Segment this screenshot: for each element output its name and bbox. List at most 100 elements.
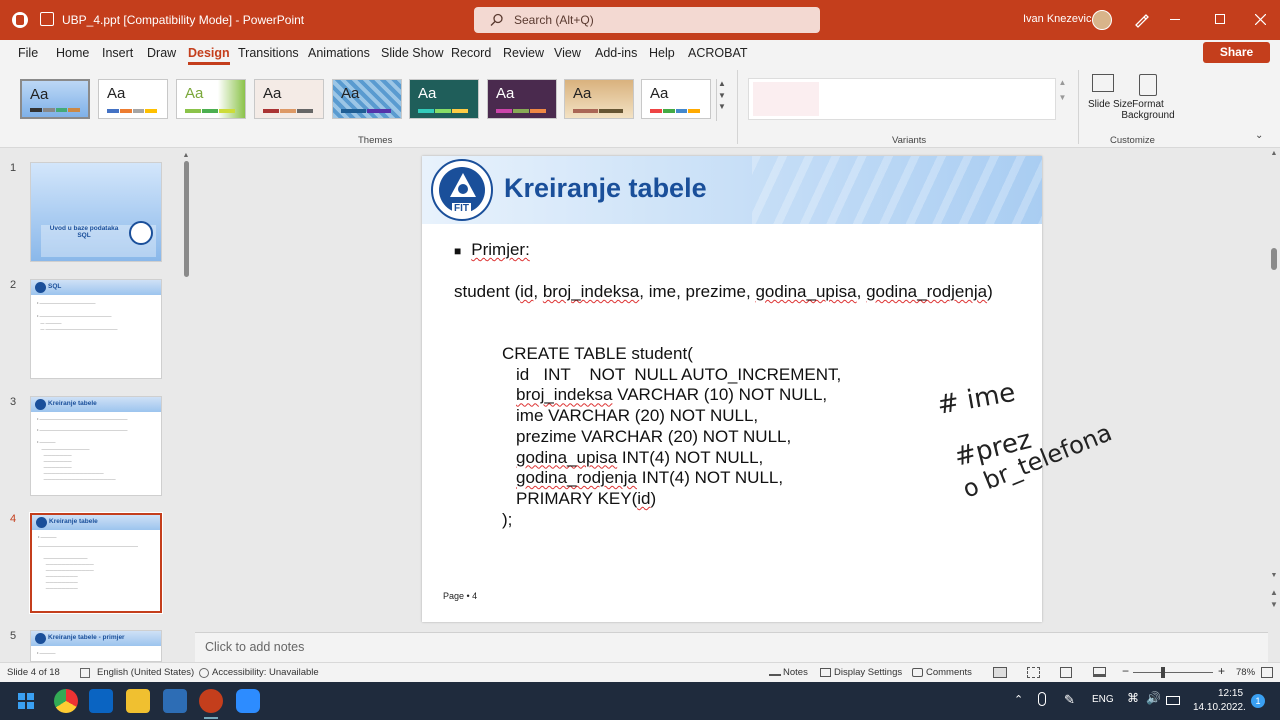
theme-6[interactable]: Aa <box>409 79 479 119</box>
thumbnail-slide-4[interactable]: Kreiranje tabele • ———— ————————————————… <box>29 512 163 614</box>
zoom-level[interactable]: 78% <box>1236 667 1255 678</box>
zoom-slider-thumb[interactable] <box>1161 667 1165 678</box>
next-slide-icon[interactable]: ▼ <box>1268 600 1280 609</box>
reading-view-icon[interactable] <box>1060 667 1072 678</box>
theme-7[interactable]: Aa <box>487 79 557 119</box>
variant-1[interactable] <box>753 82 819 116</box>
battery-icon[interactable] <box>1166 696 1180 705</box>
scrollbar-thumb[interactable] <box>1271 248 1277 270</box>
comments-button[interactable]: Comments <box>926 667 972 678</box>
save-icon[interactable] <box>40 12 54 26</box>
tab-transitions[interactable]: Transitions <box>238 46 299 60</box>
fit-logo-icon: FIT <box>431 159 493 221</box>
tab-acrobat[interactable]: ACROBAT <box>688 46 748 60</box>
fit-logo-icon <box>129 221 153 245</box>
thumbnail-slide-5[interactable]: Kreiranje tabele - primjer • ———— <box>30 630 162 662</box>
tab-file[interactable]: File <box>18 46 38 60</box>
app-icon[interactable] <box>163 689 187 713</box>
notification-badge[interactable]: 1 <box>1251 694 1265 708</box>
theme-5-sample: Aa <box>341 85 360 102</box>
thumbnail-slide-2[interactable]: SQL • —————————————— • —————————————————… <box>30 279 162 379</box>
ribbon-tab-bar: File Home Insert Draw Design Transitions… <box>0 40 1280 66</box>
tab-animations[interactable]: Animations <box>308 46 370 60</box>
slide-size-button[interactable]: Slide Size <box>1088 72 1132 130</box>
tab-add-ins[interactable]: Add-ins <box>595 46 637 60</box>
microphone-icon[interactable] <box>1038 692 1046 706</box>
theme-2[interactable]: Aa <box>98 79 168 119</box>
theme-4[interactable]: Aa <box>254 79 324 119</box>
language-status[interactable]: English (United States) <box>97 667 194 678</box>
spelling-icon[interactable] <box>80 668 90 678</box>
zoom-slider[interactable] <box>1133 672 1213 673</box>
chevron-down-icon[interactable]: ▼ <box>717 91 727 100</box>
tab-help[interactable]: Help <box>649 46 675 60</box>
share-label: Share <box>1219 45 1254 59</box>
clock-date[interactable]: 14.10.2022. <box>1193 702 1246 713</box>
theme-8[interactable]: Aa <box>564 79 634 119</box>
scrollbar-thumb[interactable] <box>183 161 189 277</box>
thumbnail-title: SQL <box>48 283 62 290</box>
student-schema-line: student (id, broj_indeksa, ime, prezime,… <box>454 282 993 301</box>
tab-home[interactable]: Home <box>56 46 89 60</box>
outlook-icon[interactable] <box>89 689 113 713</box>
close-icon[interactable] <box>1255 14 1266 25</box>
powerpoint-taskbar-icon[interactable] <box>199 689 223 713</box>
designer-pen-icon[interactable] <box>1133 12 1149 28</box>
tab-review[interactable]: Review <box>503 46 544 60</box>
avatar[interactable] <box>1092 10 1112 30</box>
theme-1[interactable]: Aa <box>20 79 90 119</box>
zoom-out-icon[interactable]: − <box>1122 664 1129 678</box>
tab-design[interactable]: Design <box>188 46 230 65</box>
fit-to-window-icon[interactable] <box>1261 667 1273 678</box>
volume-icon[interactable]: 🔊 <box>1146 691 1161 705</box>
logo-text: FIT <box>452 203 471 214</box>
pen-icon[interactable]: ✎ <box>1064 692 1075 708</box>
minimize-icon[interactable] <box>1170 19 1180 20</box>
display-settings-button[interactable]: Display Settings <box>834 667 902 678</box>
chevron-up-icon[interactable]: ▲ <box>717 79 727 88</box>
tab-insert[interactable]: Insert <box>102 46 133 60</box>
zoom-in-icon[interactable]: + <box>1218 664 1225 678</box>
variants-gallery[interactable] <box>748 78 1056 120</box>
slide-canvas[interactable]: FIT Kreiranje tabele ■ Primjer: student (… <box>422 156 1116 622</box>
normal-view-icon[interactable] <box>993 667 1007 678</box>
slide-scrollbar[interactable]: ▲ ▼ ▲ ▼ <box>1268 148 1280 662</box>
clock-time[interactable]: 12:15 <box>1218 688 1243 699</box>
format-background-button[interactable]: Format Background <box>1120 72 1176 130</box>
ink-line-1: # ime <box>937 378 1018 421</box>
thumbnail-slide-3[interactable]: Kreiranje tabele • —————————————————————… <box>30 396 162 496</box>
previous-slide-icon[interactable]: ▲ <box>1268 588 1280 597</box>
slide-show-icon[interactable] <box>1093 667 1106 677</box>
chevron-up-icon[interactable]: ⌃ <box>1014 693 1023 706</box>
wifi-icon[interactable]: ⌘ <box>1127 691 1139 705</box>
share-button[interactable]: Share <box>1203 42 1270 63</box>
thumbnail-title: Kreiranje tabele <box>48 400 97 407</box>
windows-start-icon[interactable] <box>18 693 34 709</box>
thumbnail-scrollbar[interactable]: ▲ <box>182 152 190 658</box>
collapse-ribbon-icon[interactable]: ⌄ <box>1255 130 1263 141</box>
zoom-app-icon[interactable] <box>236 689 260 713</box>
search-box[interactable]: Search (Alt+Q) <box>474 7 820 33</box>
tab-view[interactable]: View <box>554 46 581 60</box>
slide-sorter-icon[interactable] <box>1027 667 1040 678</box>
themes-group-label: Themes <box>358 135 393 146</box>
tab-draw[interactable]: Draw <box>147 46 176 60</box>
restore-icon[interactable] <box>1215 14 1225 24</box>
notification-count: 1 <box>1255 696 1261 706</box>
theme-9[interactable]: Aa <box>641 79 711 119</box>
theme-3[interactable]: Aa <box>176 79 246 119</box>
more-icon[interactable]: ▼ <box>717 102 727 111</box>
language-indicator[interactable]: ENG <box>1092 694 1114 705</box>
notes-icon <box>769 667 781 676</box>
variants-scroll[interactable]: ▲ ▼ <box>1057 78 1068 120</box>
notes-pane[interactable]: Click to add notes <box>195 632 1268 662</box>
file-explorer-icon[interactable] <box>126 689 150 713</box>
themes-scroll-buttons[interactable]: ▲ ▼ ▼ <box>716 79 727 121</box>
tab-slide-show[interactable]: Slide Show <box>381 46 444 60</box>
thumbnail-slide-1[interactable]: Uvod u baze podataka SQL <box>30 162 162 262</box>
accessibility-status[interactable]: Accessibility: Unavailable <box>212 667 319 678</box>
theme-5[interactable]: Aa <box>332 79 402 119</box>
notes-button[interactable]: Notes <box>783 667 808 678</box>
tab-record[interactable]: Record <box>451 46 491 60</box>
chrome-icon[interactable] <box>54 689 78 713</box>
